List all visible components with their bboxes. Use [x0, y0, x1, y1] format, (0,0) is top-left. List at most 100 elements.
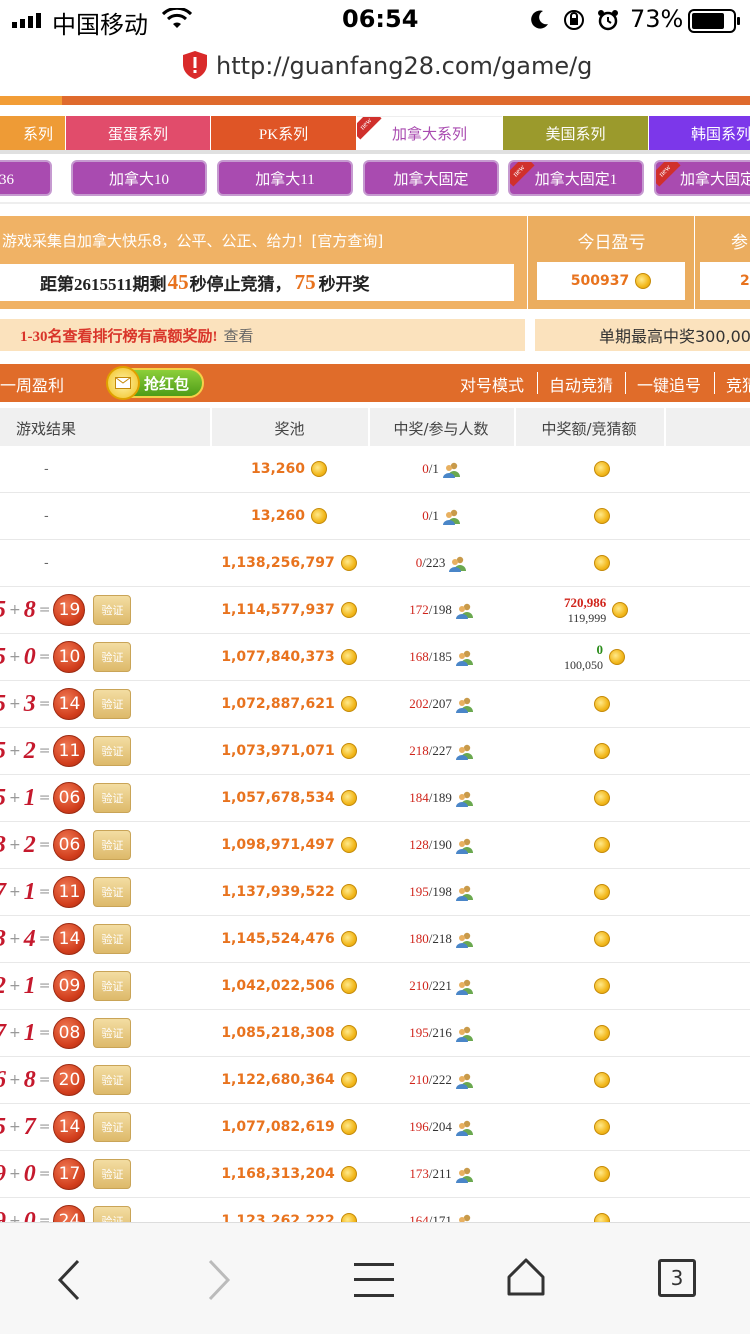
participants-cell[interactable]: 168/185 [368, 634, 514, 680]
players-count: 1 [432, 461, 439, 476]
subgame-button[interactable]: 大36 [0, 160, 52, 196]
pool-cell: 1,168,313,204 [210, 1151, 368, 1197]
subgame-button[interactable]: 加拿大11 [217, 160, 353, 196]
verify-button[interactable]: 验证 [93, 971, 132, 1001]
coin-icon [594, 461, 610, 477]
table-row: 5+0=10验证1,077,840,373168/1850100,050 [0, 634, 750, 681]
result-digit-a: 5 [0, 785, 6, 812]
win-amount-cell [514, 1198, 664, 1222]
result-digit-a: 5 [0, 691, 6, 718]
participants-cell[interactable]: 0/1 [368, 446, 514, 492]
participants-cell[interactable]: 196/204 [368, 1104, 514, 1150]
week-profit-tab[interactable]: 一周盈利 [0, 372, 64, 396]
official-query-link[interactable]: [官方查询] [312, 232, 384, 250]
plus-sign: + [9, 602, 21, 618]
subgame-button[interactable]: 加拿大10 [71, 160, 207, 196]
equals-sign: = [38, 696, 51, 712]
players-icon [455, 885, 473, 901]
participants-cell[interactable]: 172/198 [368, 587, 514, 633]
verify-label: 验证 [101, 1121, 124, 1134]
participants-cell[interactable]: 164/171 [368, 1198, 514, 1222]
result-cell: - [0, 446, 210, 492]
url-text[interactable]: http://guanfang28.com/game/g [216, 52, 592, 80]
result-digit-b: 1 [23, 972, 36, 999]
winners-count: 168 [409, 649, 429, 664]
category-tab[interactable]: 加拿大系列 new [357, 116, 502, 150]
equals-sign: = [38, 931, 51, 947]
coin-icon [340, 555, 357, 571]
participants-cell[interactable]: 0/223 [368, 540, 514, 586]
toolbar-link[interactable]: 竞猜 [726, 372, 750, 396]
coin-icon [340, 884, 357, 900]
players-count: 185 [432, 649, 452, 664]
verify-button[interactable]: 验证 [93, 783, 132, 813]
subgame-button[interactable]: 加拿大固定 new [654, 160, 750, 196]
battery-percent: 73% [630, 5, 684, 33]
header-win-amount: 中奖额/竞猜额 [541, 420, 637, 438]
participants-cell[interactable]: 210/221 [368, 963, 514, 1009]
menu-icon[interactable] [354, 1261, 394, 1303]
verify-button[interactable]: 验证 [93, 595, 132, 625]
pool-cell: 1,137,939,522 [210, 869, 368, 915]
verify-button[interactable]: 验证 [93, 830, 132, 860]
participants-cell[interactable]: 210/222 [368, 1057, 514, 1103]
table-row: 6+8= 20 验证 1,122,680,364 210/222 [0, 1057, 750, 1104]
category-tab[interactable]: 韩国系列 [649, 116, 750, 150]
winners-count: 218 [409, 743, 429, 758]
verify-button[interactable]: 验证 [93, 1159, 132, 1189]
ranking-view-link[interactable]: 查看 [224, 325, 254, 346]
participants-cell[interactable]: 218/227 [368, 728, 514, 774]
participants-cell[interactable]: 202/207 [368, 681, 514, 727]
home-icon[interactable] [506, 1257, 546, 1301]
verify-button[interactable]: 验证 [93, 877, 132, 907]
toolbar-link[interactable]: 一键追号 [637, 372, 701, 396]
participants-cell[interactable]: 195/198 [368, 869, 514, 915]
participants-cell[interactable]: 195/216 [368, 1010, 514, 1056]
win-amount-cell: 720,986 119,999 [514, 587, 664, 633]
participants-cell[interactable]: 0/1 [368, 493, 514, 539]
result-digit-a: 3 [0, 832, 6, 859]
table-row: 7+1= 08 验证 1,085,218,308 195/216 [0, 1010, 750, 1057]
back-icon[interactable] [54, 1259, 84, 1305]
win-amount-cell [514, 1104, 664, 1150]
plus-sign: + [9, 649, 21, 665]
result-sum-ball: 20 [53, 1064, 86, 1096]
category-tab[interactable]: 美国系列 [503, 116, 648, 150]
participants-cell[interactable]: 184/189 [368, 775, 514, 821]
verify-button[interactable]: 验证 [93, 924, 132, 954]
tabs-button[interactable]: 3 [658, 1259, 696, 1297]
table-row: 7+1= 11 验证 1,137,939,522 195/198 [0, 869, 750, 916]
verify-button[interactable]: 验证 [93, 642, 132, 672]
players-count: 171 [432, 1213, 452, 1222]
coin-icon [635, 273, 652, 289]
verify-button[interactable]: 验证 [93, 736, 132, 766]
category-tab[interactable]: 系列 [0, 116, 65, 150]
verify-button[interactable]: 验证 [93, 1018, 132, 1048]
participants-cell[interactable]: 173/211 [368, 1151, 514, 1197]
participate-label: 参 [731, 233, 748, 253]
category-tab[interactable]: PK系列 [211, 116, 356, 150]
coin-icon [594, 1119, 610, 1135]
coin-icon [594, 790, 610, 806]
address-bar[interactable]: http://guanfang28.com/game/g [0, 40, 750, 96]
verify-button[interactable]: 验证 [93, 1065, 132, 1095]
verify-button[interactable]: 验证 [93, 689, 132, 719]
players-icon [442, 509, 460, 525]
coin-icon [609, 649, 625, 665]
subgame-button[interactable]: 加拿大固定1 new [508, 160, 644, 196]
toolbar-link[interactable]: 对号模式 [460, 372, 524, 396]
red-packet-button[interactable]: 抢红包 [106, 366, 204, 400]
win-amount-cell [514, 775, 664, 821]
forward-icon[interactable] [204, 1259, 234, 1305]
result-digit-a: 9 [0, 1161, 6, 1188]
verify-button[interactable]: 验证 [93, 1206, 132, 1222]
verify-button[interactable]: 验证 [93, 1112, 132, 1142]
category-tab[interactable]: 蛋蛋系列 [66, 116, 210, 150]
participants-cell[interactable]: 180/218 [368, 916, 514, 962]
toolbar-link[interactable]: 自动竞猜 [549, 372, 613, 396]
result-sum: 11 [58, 882, 81, 902]
result-digit-a: 5 [0, 597, 6, 624]
participants-cell[interactable]: 128/190 [368, 822, 514, 868]
participate-value: 2 [740, 273, 750, 289]
subgame-button[interactable]: 加拿大固定 [363, 160, 499, 196]
